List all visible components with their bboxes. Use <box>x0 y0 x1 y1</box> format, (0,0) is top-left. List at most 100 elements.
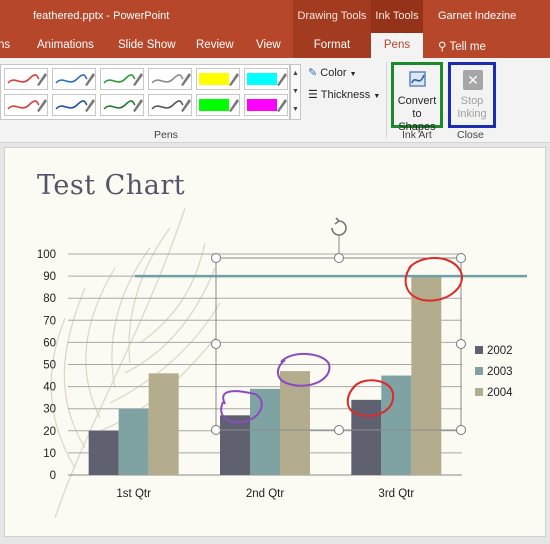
tab-animations[interactable]: Animations <box>37 39 94 51</box>
y-tick-label: 100 <box>37 249 56 261</box>
resize-handle[interactable] <box>211 425 221 435</box>
pen-icon <box>151 99 191 112</box>
highlighter-icon <box>199 99 239 112</box>
tab-transitions-partial[interactable]: ns <box>0 39 10 51</box>
pen-swatch[interactable] <box>148 94 192 116</box>
y-tick-label: 60 <box>43 337 56 349</box>
scroll-up-icon[interactable]: ▲ <box>291 65 300 83</box>
pen-swatch[interactable] <box>100 94 144 116</box>
color-button[interactable]: ✎ Color ▼ <box>308 66 357 79</box>
gallery-more-icon[interactable]: ▼ <box>291 101 300 119</box>
chevron-down-icon: ▼ <box>349 71 357 78</box>
ink-tools-context-label: Ink Tools <box>371 0 423 33</box>
pen-icon <box>55 73 95 86</box>
pen-swatch[interactable] <box>244 94 288 116</box>
convert-to-shapes-icon <box>409 71 426 87</box>
pen-swatch[interactable] <box>148 68 192 90</box>
resize-handle[interactable] <box>456 339 466 349</box>
window-title: feathered.pptx - PowerPoint <box>33 10 170 22</box>
convert-label-line1: Convert <box>397 95 437 107</box>
y-tick-label: 90 <box>43 271 56 283</box>
chart[interactable]: 0 10 20 30 40 50 60 70 80 90 100 1st Qtr 2nd Qtr 3rd … <box>5 148 547 538</box>
y-tick-label: 10 <box>43 448 56 460</box>
bar-2004-1[interactable] <box>148 373 179 475</box>
scroll-down-icon[interactable]: ▼ <box>291 83 300 101</box>
x-tick-label: 3rd Qtr <box>378 488 414 500</box>
group-separator <box>386 62 387 138</box>
chevron-down-icon: ▼ <box>373 93 381 100</box>
ribbon-pens: ▲ ▼ ▼ Pens ✎ Color ▼ ☰ Thickness ▼ Conve… <box>0 58 550 143</box>
highlighter-icon <box>247 99 287 112</box>
pen-swatch[interactable] <box>52 68 96 90</box>
resize-handle[interactable] <box>211 339 221 349</box>
resize-handle[interactable] <box>456 425 466 435</box>
resize-handle[interactable] <box>334 253 344 263</box>
pen-swatch[interactable] <box>196 94 240 116</box>
legend-label: 2003 <box>487 366 513 378</box>
y-tick-label: 70 <box>43 315 56 327</box>
highlighter-icon <box>199 73 239 86</box>
pen-icon <box>55 99 95 112</box>
lightbulb-icon: ⚲ <box>438 41 447 53</box>
resize-handle[interactable] <box>334 425 344 435</box>
slide-editing-area: Test Chart 0 10 20 30 40 50 60 70 80 90 100 1st Qtr… <box>0 143 550 544</box>
resize-handle[interactable] <box>456 253 466 263</box>
pen-swatch[interactable] <box>196 68 240 90</box>
thickness-button[interactable]: ☰ Thickness ▼ <box>308 88 380 101</box>
rotate-handle-icon[interactable] <box>331 217 347 236</box>
legend-swatch <box>475 367 483 375</box>
y-tick-label: 50 <box>43 360 56 372</box>
user-name[interactable]: Garnet Indezine <box>438 10 516 22</box>
y-tick-label: 20 <box>43 426 56 438</box>
bar-2004-3[interactable] <box>411 276 442 475</box>
legend-swatch <box>475 388 483 396</box>
tell-me-label: Tell me <box>449 41 486 53</box>
legend-label: 2004 <box>487 387 513 399</box>
pen-swatch[interactable] <box>52 94 96 116</box>
ribbon-tab-bar: ns Animations Slide Show Review View For… <box>0 33 550 58</box>
y-tick-label: 80 <box>43 293 56 305</box>
pen-color-icon: ✎ <box>308 67 318 79</box>
thickness-icon: ☰ <box>308 89 318 101</box>
pen-swatch[interactable] <box>244 68 288 90</box>
drawing-tools-context-label: Drawing Tools <box>293 0 371 33</box>
bar-2003-3[interactable] <box>381 375 412 475</box>
pen-gallery-scroll[interactable]: ▲ ▼ ▼ <box>290 64 301 120</box>
tab-review[interactable]: Review <box>196 39 234 51</box>
pen-swatch[interactable] <box>4 68 48 90</box>
tell-me-search[interactable]: ⚲ Tell me <box>438 39 486 53</box>
bar-2002-1[interactable] <box>88 430 119 475</box>
pen-icon <box>7 73 47 86</box>
tab-format[interactable]: Format <box>293 33 371 58</box>
close-group-label: Close <box>457 129 484 141</box>
bar-2003-1[interactable] <box>118 408 149 475</box>
slide-canvas[interactable]: Test Chart 0 10 20 30 40 50 60 70 80 90 100 1st Qtr… <box>4 147 546 537</box>
bar-2002-2[interactable] <box>220 415 250 475</box>
title-bar: feathered.pptx - PowerPoint Drawing Tool… <box>0 0 550 33</box>
color-label: Color <box>320 67 347 79</box>
bar-2002-3[interactable] <box>351 399 382 475</box>
pen-swatch[interactable] <box>100 68 144 90</box>
x-tick-label: 1st Qtr <box>116 488 151 500</box>
resize-handle[interactable] <box>211 253 221 263</box>
pen-icon <box>7 99 47 112</box>
pen-icon <box>103 73 143 86</box>
tab-view[interactable]: View <box>256 39 281 51</box>
tab-pens[interactable]: Pens <box>371 33 423 58</box>
pen-swatch[interactable] <box>4 94 48 116</box>
pens-group-label: Pens <box>154 129 178 141</box>
convert-to-shapes-button[interactable]: Convert to Shapes <box>391 62 443 133</box>
close-icon: ✕ <box>463 70 483 90</box>
legend-swatch <box>475 346 483 354</box>
stop-label-line1: Stop <box>460 95 484 107</box>
stop-label-line2: Inking <box>457 108 487 120</box>
x-tick-label: 2nd Qtr <box>246 488 285 500</box>
bar-2003-2[interactable] <box>250 388 280 475</box>
legend-label: 2002 <box>487 345 513 357</box>
y-tick-label: 40 <box>43 382 56 394</box>
y-tick-label: 0 <box>50 470 56 482</box>
tab-slide-show[interactable]: Slide Show <box>118 39 176 51</box>
pen-icon <box>103 99 143 112</box>
y-tick-label: 30 <box>43 404 56 416</box>
stop-inking-button[interactable]: ✕ Stop Inking <box>448 62 496 128</box>
